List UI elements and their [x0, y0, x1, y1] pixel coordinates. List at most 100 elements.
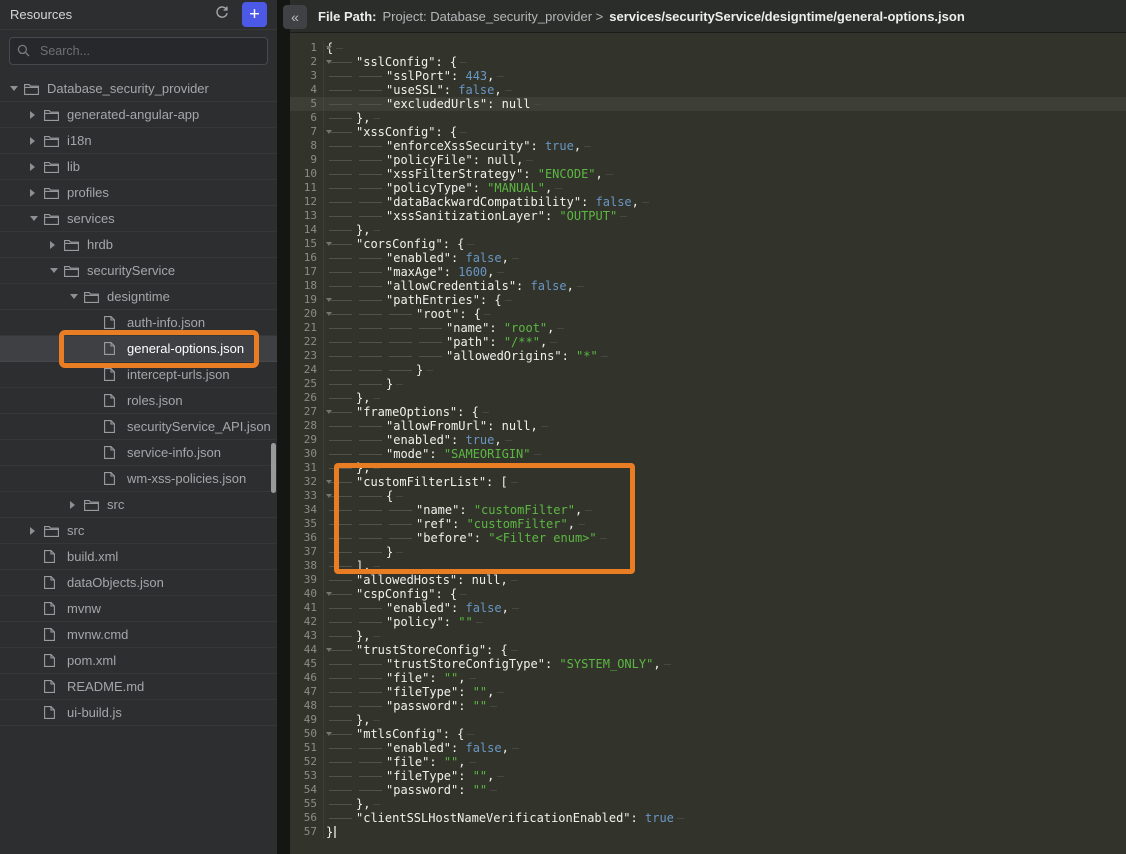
code-editor[interactable]: 1{2"sslConfig": {3"sslPort": 443,4"useSS…	[290, 33, 1126, 854]
code-line[interactable]: 47"fileType": "",	[290, 685, 1126, 699]
tree-item-general-options-json[interactable]: general-options.json	[0, 336, 277, 362]
refresh-button[interactable]	[211, 4, 233, 26]
code-line[interactable]: 46"file": "",	[290, 671, 1126, 685]
code-line[interactable]: 53"fileType": "",	[290, 769, 1126, 783]
code-line[interactable]: 57}	[290, 825, 1126, 839]
tree-item-roles-json[interactable]: roles.json	[0, 388, 277, 414]
code-line[interactable]: 33{	[290, 489, 1126, 503]
code-line[interactable]: 27"frameOptions": {	[290, 405, 1126, 419]
code-line[interactable]: 7"xssConfig": {	[290, 125, 1126, 139]
code-line[interactable]: 43},	[290, 629, 1126, 643]
code-line[interactable]: 30"mode": "SAMEORIGIN"	[290, 447, 1126, 461]
code-line[interactable]: 45"trustStoreConfigType": "SYSTEM_ONLY",	[290, 657, 1126, 671]
code-line[interactable]: 12"dataBackwardCompatibility": false,	[290, 195, 1126, 209]
code-line[interactable]: 15"corsConfig": {	[290, 237, 1126, 251]
code-line[interactable]: 14},	[290, 223, 1126, 237]
code-line[interactable]: 17"maxAge": 1600,	[290, 265, 1126, 279]
fold-toggle-icon[interactable]	[326, 46, 332, 50]
code-line[interactable]: 52"file": "",	[290, 755, 1126, 769]
tree-item-src[interactable]: src	[0, 492, 277, 518]
code-line[interactable]: 3"sslPort": 443,	[290, 69, 1126, 83]
tree-item-service-info-json[interactable]: service-info.json	[0, 440, 277, 466]
chevron-right-icon[interactable]	[30, 527, 44, 535]
code-line[interactable]: 6},	[290, 111, 1126, 125]
code-line[interactable]: 23"allowedOrigins": "*"	[290, 349, 1126, 363]
tree-item-profiles[interactable]: profiles	[0, 180, 277, 206]
code-line[interactable]: 24}	[290, 363, 1126, 377]
collapse-sidebar-button[interactable]: «	[283, 5, 307, 29]
code-line[interactable]: 41"enabled": false,	[290, 601, 1126, 615]
code-line[interactable]: 35"ref": "customFilter",	[290, 517, 1126, 531]
chevron-right-icon[interactable]	[30, 163, 44, 171]
code-line[interactable]: 13"xssSanitizationLayer": "OUTPUT"	[290, 209, 1126, 223]
tree-item-lib[interactable]: lib	[0, 154, 277, 180]
code-line[interactable]: 5"excludedUrls": null	[290, 97, 1126, 111]
code-line[interactable]: 34"name": "customFilter",	[290, 503, 1126, 517]
tree-item-services[interactable]: services	[0, 206, 277, 232]
code-line[interactable]: 28"allowFromUrl": null,	[290, 419, 1126, 433]
code-line[interactable]: 29"enabled": true,	[290, 433, 1126, 447]
code-line[interactable]: 37}	[290, 545, 1126, 559]
tree-item-database-security-provider[interactable]: Database_security_provider	[0, 76, 277, 102]
chevron-down-icon[interactable]	[70, 294, 84, 299]
code-line[interactable]: 40"cspConfig": {	[290, 587, 1126, 601]
chevron-down-icon[interactable]	[50, 268, 64, 273]
code-line[interactable]: 36"before": "<Filter enum>"	[290, 531, 1126, 545]
code-line[interactable]: 38],	[290, 559, 1126, 573]
code-line[interactable]: 55},	[290, 797, 1126, 811]
code-line[interactable]: 11"policyType": "MANUAL",	[290, 181, 1126, 195]
code-line[interactable]: 8"enforceXssSecurity": true,	[290, 139, 1126, 153]
tree-item-designtime[interactable]: designtime	[0, 284, 277, 310]
sidebar-scrollbar-thumb[interactable]	[271, 443, 276, 493]
tree-item-auth-info-json[interactable]: auth-info.json	[0, 310, 277, 336]
code-line[interactable]: 42"policy": ""	[290, 615, 1126, 629]
chevron-right-icon[interactable]	[70, 501, 84, 509]
search-input[interactable]	[9, 37, 268, 65]
code-line[interactable]: 48"password": ""	[290, 699, 1126, 713]
chevron-right-icon[interactable]	[30, 137, 44, 145]
code-line[interactable]: 51"enabled": false,	[290, 741, 1126, 755]
tree-item-mvnw-cmd[interactable]: mvnw.cmd	[0, 622, 277, 648]
code-line[interactable]: 9"policyFile": null,	[290, 153, 1126, 167]
tree-item-hrdb[interactable]: hrdb	[0, 232, 277, 258]
tree-item-src[interactable]: src	[0, 518, 277, 544]
tree-item-intercept-urls-json[interactable]: intercept-urls.json	[0, 362, 277, 388]
code-line[interactable]: 25}	[290, 377, 1126, 391]
code-line[interactable]: 49},	[290, 713, 1126, 727]
tree-item-build-xml[interactable]: build.xml	[0, 544, 277, 570]
code-line[interactable]: 44"trustStoreConfig": {	[290, 643, 1126, 657]
tree-item-readme-md[interactable]: README.md	[0, 674, 277, 700]
tree-item-mvnw[interactable]: mvnw	[0, 596, 277, 622]
tree-item-i18n[interactable]: i18n	[0, 128, 277, 154]
code-line[interactable]: 26},	[290, 391, 1126, 405]
code-line[interactable]: 2"sslConfig": {	[290, 55, 1126, 69]
tree-item-pom-xml[interactable]: pom.xml	[0, 648, 277, 674]
chevron-down-icon[interactable]	[30, 216, 44, 221]
code-line[interactable]: 32"customFilterList": [	[290, 475, 1126, 489]
code-line[interactable]: 4"useSSL": false,	[290, 83, 1126, 97]
code-line[interactable]: 1{	[290, 41, 1126, 55]
tree-item-securityservice[interactable]: securityService	[0, 258, 277, 284]
code-line[interactable]: 50"mtlsConfig": {	[290, 727, 1126, 741]
tree-item-securityservice-api-json[interactable]: securityService_API.json	[0, 414, 277, 440]
code-line[interactable]: 39"allowedHosts": null,	[290, 573, 1126, 587]
add-resource-button[interactable]: +	[242, 2, 267, 27]
tree-item-dataobjects-json[interactable]: dataObjects.json	[0, 570, 277, 596]
code-line[interactable]: 10"xssFilterStrategy": "ENCODE",	[290, 167, 1126, 181]
tree-item-ui-build-js[interactable]: ui-build.js	[0, 700, 277, 726]
code-line[interactable]: 21"name": "root",	[290, 321, 1126, 335]
code-line[interactable]: 20"root": {	[290, 307, 1126, 321]
code-line[interactable]: 56"clientSSLHostNameVerificationEnabled"…	[290, 811, 1126, 825]
code-line[interactable]: 54"password": ""	[290, 783, 1126, 797]
code-line[interactable]: 16"enabled": false,	[290, 251, 1126, 265]
code-line[interactable]: 18"allowCredentials": false,	[290, 279, 1126, 293]
chevron-right-icon[interactable]	[30, 111, 44, 119]
tree-item-wm-xss-policies-json[interactable]: wm-xss-policies.json	[0, 466, 277, 492]
chevron-right-icon[interactable]	[50, 241, 64, 249]
chevron-down-icon[interactable]	[10, 86, 24, 91]
code-line[interactable]: 31},	[290, 461, 1126, 475]
code-line[interactable]: 19"pathEntries": {	[290, 293, 1126, 307]
code-line[interactable]: 22"path": "/**",	[290, 335, 1126, 349]
chevron-right-icon[interactable]	[30, 189, 44, 197]
tree-item-generated-angular-app[interactable]: generated-angular-app	[0, 102, 277, 128]
